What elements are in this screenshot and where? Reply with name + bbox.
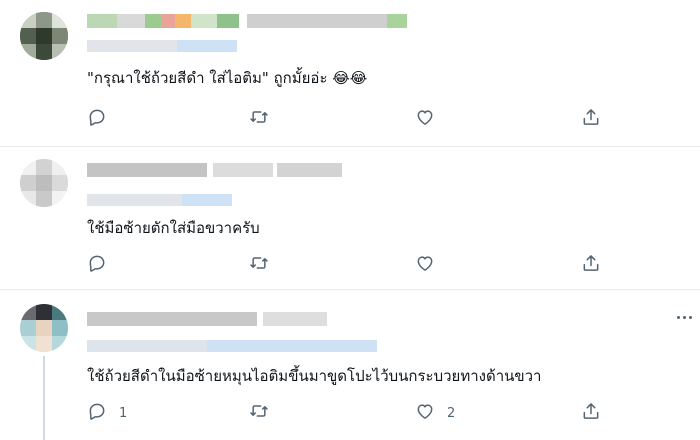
reply-tweet-1[interactable]: "กรุณาใช้ถ้วยสีดำ ใส่ไอติม" ถูกมั้ยอ่ะ 😂… <box>0 0 700 146</box>
retweet-icon <box>249 253 269 277</box>
reply-button[interactable]: 1 <box>87 402 127 424</box>
reply-icon <box>87 401 107 425</box>
reply-text: ใช้มือซ้ายตักใส่มือขวาครับ <box>87 219 260 237</box>
retweet-button[interactable] <box>249 254 269 276</box>
reply-to-handle[interactable] <box>87 194 232 206</box>
reply-icon <box>87 253 107 277</box>
action-bar: 1 2 <box>87 402 607 424</box>
retweet-button[interactable] <box>249 108 269 130</box>
reply-tweet-3[interactable]: ใช้ถ้วยสีดำในมือซ้ายหมุนไอติมขึ้นมาขูดโป… <box>0 290 700 440</box>
like-button[interactable] <box>415 108 447 130</box>
like-button[interactable] <box>415 254 447 276</box>
reply-icon <box>87 107 107 131</box>
like-icon <box>415 253 435 277</box>
action-bar <box>87 108 607 130</box>
share-button[interactable] <box>581 108 601 130</box>
retweet-icon <box>249 107 269 131</box>
avatar[interactable] <box>20 304 68 352</box>
reply-count: 1 <box>119 405 128 421</box>
display-name[interactable] <box>87 163 342 177</box>
retweet-icon <box>249 401 269 425</box>
like-icon <box>415 401 435 425</box>
like-count: 2 <box>447 405 456 421</box>
display-name[interactable] <box>87 312 327 326</box>
share-icon <box>581 253 601 277</box>
reply-button[interactable] <box>87 108 119 130</box>
share-icon <box>581 107 601 131</box>
reply-to-handle[interactable] <box>87 40 237 52</box>
display-name[interactable] <box>87 14 417 28</box>
reply-text: ใช้ถ้วยสีดำในมือซ้ายหมุนไอติมขึ้นมาขูดโป… <box>87 367 542 385</box>
reply-tweet-2[interactable]: ใช้มือซ้ายตักใส่มือขวาครับ <box>0 147 700 289</box>
reply-to-handle[interactable] <box>87 340 377 352</box>
like-button[interactable]: 2 <box>415 402 455 424</box>
reply-button[interactable] <box>87 254 119 276</box>
reply-text: "กรุณาใช้ถ้วยสีดำ ใส่ไอติม" ถูกมั้ยอ่ะ 😂… <box>87 69 368 87</box>
avatar[interactable] <box>20 12 68 60</box>
thread-line <box>43 356 45 440</box>
share-button[interactable] <box>581 254 601 276</box>
share-button[interactable] <box>581 402 601 424</box>
action-bar <box>87 254 607 276</box>
like-icon <box>415 107 435 131</box>
share-icon <box>581 401 601 425</box>
more-icon[interactable] <box>676 308 694 326</box>
avatar[interactable] <box>20 159 68 207</box>
retweet-button[interactable] <box>249 402 269 424</box>
